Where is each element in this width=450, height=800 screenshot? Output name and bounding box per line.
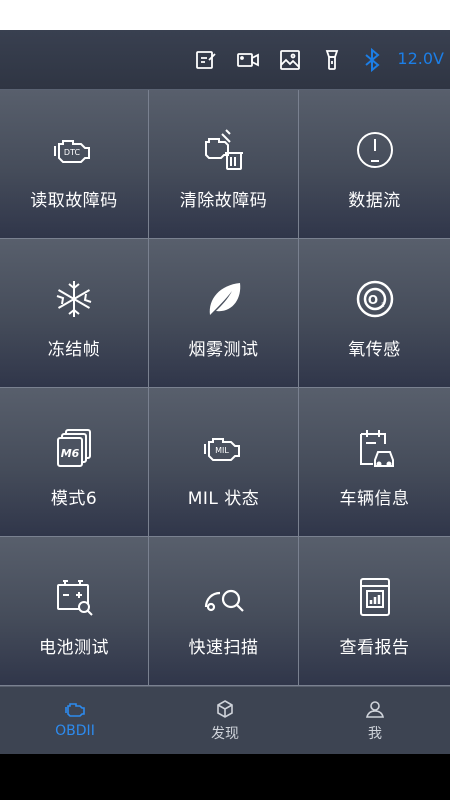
menu-label: 烟雾测试 (188, 340, 259, 360)
menu-label: 查看报告 (339, 638, 410, 658)
menu-label: 模式6 (50, 489, 98, 509)
tab-label: 发现 (211, 726, 239, 742)
video-camera-icon[interactable] (236, 48, 260, 72)
discover-cube-icon (214, 699, 236, 719)
leaf-icon (200, 275, 248, 323)
tab-discover[interactable]: 发现 (150, 687, 300, 755)
engine-clear-trash-icon (200, 126, 248, 174)
tab-obdii[interactable]: OBDII (0, 687, 150, 755)
menu-smoke-test[interactable]: 烟雾测试 (149, 239, 299, 388)
function-grid: DTC 读取故障码 清除故障码 数据流 冻结帧 烟雾测试 O2 氧传感 M6 模… (0, 90, 450, 686)
tab-me[interactable]: 我 (300, 687, 450, 755)
tab-label: 我 (368, 726, 382, 742)
battery-voltage: 12.0V (397, 49, 444, 68)
battery-search-icon (50, 573, 98, 621)
menu-freeze-frame[interactable]: 冻结帧 (0, 239, 149, 388)
bluetooth-icon[interactable] (360, 47, 384, 73)
menu-label: 车辆信息 (339, 489, 410, 509)
snowflake-icon (50, 275, 98, 323)
menu-vehicle-info[interactable]: 车辆信息 (299, 388, 450, 537)
menu-data-stream[interactable]: 数据流 (299, 90, 450, 239)
menu-label: 数据流 (348, 191, 401, 211)
svg-text:O: O (367, 293, 377, 307)
edit-icon[interactable] (194, 48, 218, 72)
engine-dtc-icon: DTC (50, 126, 98, 174)
menu-label: 电池测试 (39, 638, 109, 658)
menu-battery-test[interactable]: 电池测试 (0, 537, 149, 686)
flashlight-icon[interactable] (320, 48, 344, 72)
image-icon[interactable] (278, 48, 302, 72)
menu-label: 读取故障码 (30, 191, 118, 211)
gauge-icon (351, 126, 399, 174)
menu-mil-status[interactable]: MIL MIL 状态 (149, 388, 299, 537)
svg-text:DTC: DTC (64, 148, 81, 157)
menu-o2-sensor[interactable]: O2 氧传感 (299, 239, 450, 388)
bottom-blank-area (0, 754, 450, 800)
menu-label: 氧传感 (348, 340, 401, 360)
bottom-tab-bar: OBDII 发现 我 (0, 686, 450, 754)
mode6-stack-icon: M6 (50, 424, 98, 472)
oxygen-sensor-icon: O2 (351, 275, 399, 323)
menu-quick-scan[interactable]: 快速扫描 (149, 537, 299, 686)
report-icon (351, 573, 399, 621)
menu-clear-dtc[interactable]: 清除故障码 (149, 90, 299, 239)
menu-read-dtc[interactable]: DTC 读取故障码 (0, 90, 149, 239)
tab-label: OBDII (55, 723, 95, 739)
engine-mil-icon: MIL (200, 424, 248, 472)
top-toolbar: 12.0V (0, 30, 450, 90)
menu-mode6[interactable]: M6 模式6 (0, 388, 149, 537)
engine-tab-icon (64, 699, 86, 719)
svg-text:M6: M6 (61, 447, 80, 460)
quick-scan-icon (200, 573, 248, 621)
menu-view-report[interactable]: 查看报告 (299, 537, 450, 686)
user-icon (364, 699, 386, 719)
menu-label: MIL 状态 (187, 489, 260, 509)
menu-label: 清除故障码 (179, 191, 268, 211)
menu-label: 快速扫描 (188, 638, 259, 658)
svg-text:MIL: MIL (215, 446, 229, 455)
svg-text:2: 2 (381, 302, 385, 309)
vehicle-info-icon (351, 424, 399, 472)
menu-label: 冻结帧 (47, 340, 101, 360)
status-bar-area (0, 0, 450, 30)
